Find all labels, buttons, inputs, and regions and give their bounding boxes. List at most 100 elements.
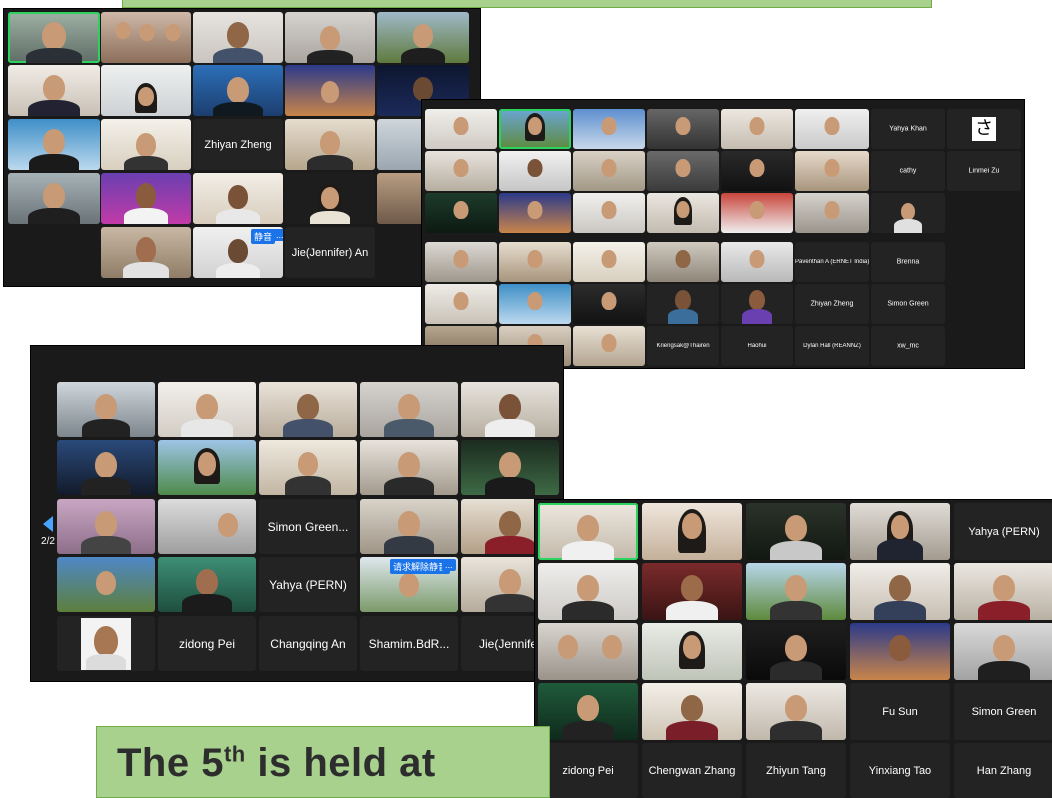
video-tile[interactable]	[57, 382, 155, 437]
video-tile[interactable]	[871, 193, 945, 233]
video-tile[interactable]	[101, 12, 191, 63]
video-tile[interactable]	[101, 173, 191, 224]
video-tile[interactable]	[193, 12, 283, 63]
video-tile[interactable]	[850, 503, 950, 560]
video-tile[interactable]	[642, 683, 742, 740]
video-tile[interactable]	[499, 284, 571, 324]
video-tile[interactable]	[573, 151, 645, 191]
video-tile[interactable]	[8, 119, 100, 170]
video-tile[interactable]	[795, 151, 869, 191]
more-options-icon[interactable]: ...	[442, 559, 456, 571]
video-tile[interactable]	[647, 242, 719, 282]
video-tile[interactable]: さ	[947, 109, 1021, 149]
video-tile[interactable]	[538, 503, 638, 560]
video-tile[interactable]	[193, 173, 283, 224]
video-tile[interactable]	[285, 65, 375, 116]
video-tile[interactable]	[193, 65, 283, 116]
video-tile[interactable]: Fu Sun	[850, 683, 950, 740]
video-tile[interactable]: Zhiyun Tang	[746, 743, 846, 798]
video-tile[interactable]: Yahya Khan	[871, 109, 945, 149]
video-tile[interactable]	[850, 563, 950, 620]
video-tile[interactable]	[746, 623, 846, 680]
video-tile[interactable]	[642, 503, 742, 560]
video-tile[interactable]	[647, 193, 719, 233]
video-tile[interactable]	[259, 440, 357, 495]
video-tile[interactable]	[721, 151, 793, 191]
video-tile[interactable]	[850, 623, 950, 680]
video-tile[interactable]	[101, 119, 191, 170]
video-tile[interactable]	[647, 151, 719, 191]
video-tile[interactable]	[954, 563, 1052, 620]
video-tile[interactable]: cathy	[871, 151, 945, 191]
video-tile[interactable]: Haohui	[721, 326, 793, 366]
video-tile[interactable]	[746, 563, 846, 620]
video-tile[interactable]	[573, 242, 645, 282]
video-tile[interactable]: 请求解除静音 ...	[360, 557, 458, 612]
more-options-icon[interactable]: ...	[273, 229, 283, 241]
video-tile[interactable]	[8, 173, 100, 224]
video-tile[interactable]: Changqing An	[259, 616, 357, 671]
video-tile[interactable]: zidong Pei	[158, 616, 256, 671]
video-tile[interactable]	[259, 382, 357, 437]
video-tile[interactable]	[158, 499, 256, 554]
video-tile[interactable]	[425, 151, 497, 191]
video-tile[interactable]	[360, 499, 458, 554]
video-tile[interactable]	[101, 65, 191, 116]
video-tile[interactable]	[425, 109, 497, 149]
video-tile[interactable]: Zhiyan Zheng	[193, 119, 283, 170]
video-tile[interactable]	[360, 440, 458, 495]
video-tile[interactable]: Zhiyan Zheng	[795, 284, 869, 324]
video-tile[interactable]	[538, 563, 638, 620]
video-tile[interactable]	[425, 193, 497, 233]
video-tile[interactable]: Paventhan A (ERNET India)	[795, 242, 869, 282]
video-tile[interactable]	[57, 616, 155, 671]
video-tile[interactable]	[573, 284, 645, 324]
video-tile[interactable]	[642, 563, 742, 620]
video-tile[interactable]	[57, 440, 155, 495]
page-previous-button[interactable]: 2/2	[37, 516, 59, 547]
video-tile[interactable]	[425, 242, 497, 282]
video-tile[interactable]	[425, 284, 497, 324]
video-tile[interactable]	[746, 683, 846, 740]
video-tile[interactable]	[499, 151, 571, 191]
video-tile[interactable]	[158, 557, 256, 612]
mute-badge[interactable]: 静音	[251, 229, 276, 244]
video-tile[interactable]	[499, 109, 571, 149]
video-tile[interactable]: Chengwan Zhang	[642, 743, 742, 798]
video-tile[interactable]	[795, 109, 869, 149]
video-tile[interactable]: xw_mc	[871, 326, 945, 366]
video-tile[interactable]: Kriengsak@Thairen	[647, 326, 719, 366]
video-tile[interactable]: Simon Green	[871, 284, 945, 324]
video-tile[interactable]	[377, 12, 469, 63]
video-tile[interactable]	[647, 109, 719, 149]
video-tile[interactable]	[57, 557, 155, 612]
video-tile[interactable]	[360, 382, 458, 437]
video-tile[interactable]: Linmei Zu	[947, 151, 1021, 191]
video-tile[interactable]	[642, 623, 742, 680]
video-tile[interactable]	[8, 12, 100, 63]
unmute-request-badge[interactable]: 请求解除静音	[390, 559, 451, 574]
video-tile[interactable]	[285, 12, 375, 63]
video-tile[interactable]: Yinxiang Tao	[850, 743, 950, 798]
video-tile[interactable]	[721, 284, 793, 324]
video-tile[interactable]	[57, 499, 155, 554]
video-tile[interactable]	[721, 109, 793, 149]
video-tile[interactable]	[538, 683, 638, 740]
video-tile[interactable]: Yahya (PERN)	[259, 557, 357, 612]
video-tile[interactable]: Brenna	[871, 242, 945, 282]
video-tile[interactable]: Han Zhang	[954, 743, 1052, 798]
video-tile[interactable]	[647, 284, 719, 324]
video-tile[interactable]	[285, 173, 375, 224]
video-tile[interactable]: zidong Pei	[538, 743, 638, 798]
video-tile[interactable]: 静音 ...	[193, 227, 283, 278]
video-tile[interactable]: Dylan Hall (REANNZ)	[795, 326, 869, 366]
video-tile[interactable]	[8, 65, 100, 116]
video-tile[interactable]	[746, 503, 846, 560]
video-tile[interactable]	[101, 227, 191, 278]
video-tile[interactable]	[461, 440, 559, 495]
video-tile[interactable]	[538, 623, 638, 680]
video-tile[interactable]	[721, 242, 793, 282]
video-tile[interactable]	[573, 193, 645, 233]
video-tile[interactable]	[499, 193, 571, 233]
video-tile[interactable]: Simon Green	[954, 683, 1052, 740]
